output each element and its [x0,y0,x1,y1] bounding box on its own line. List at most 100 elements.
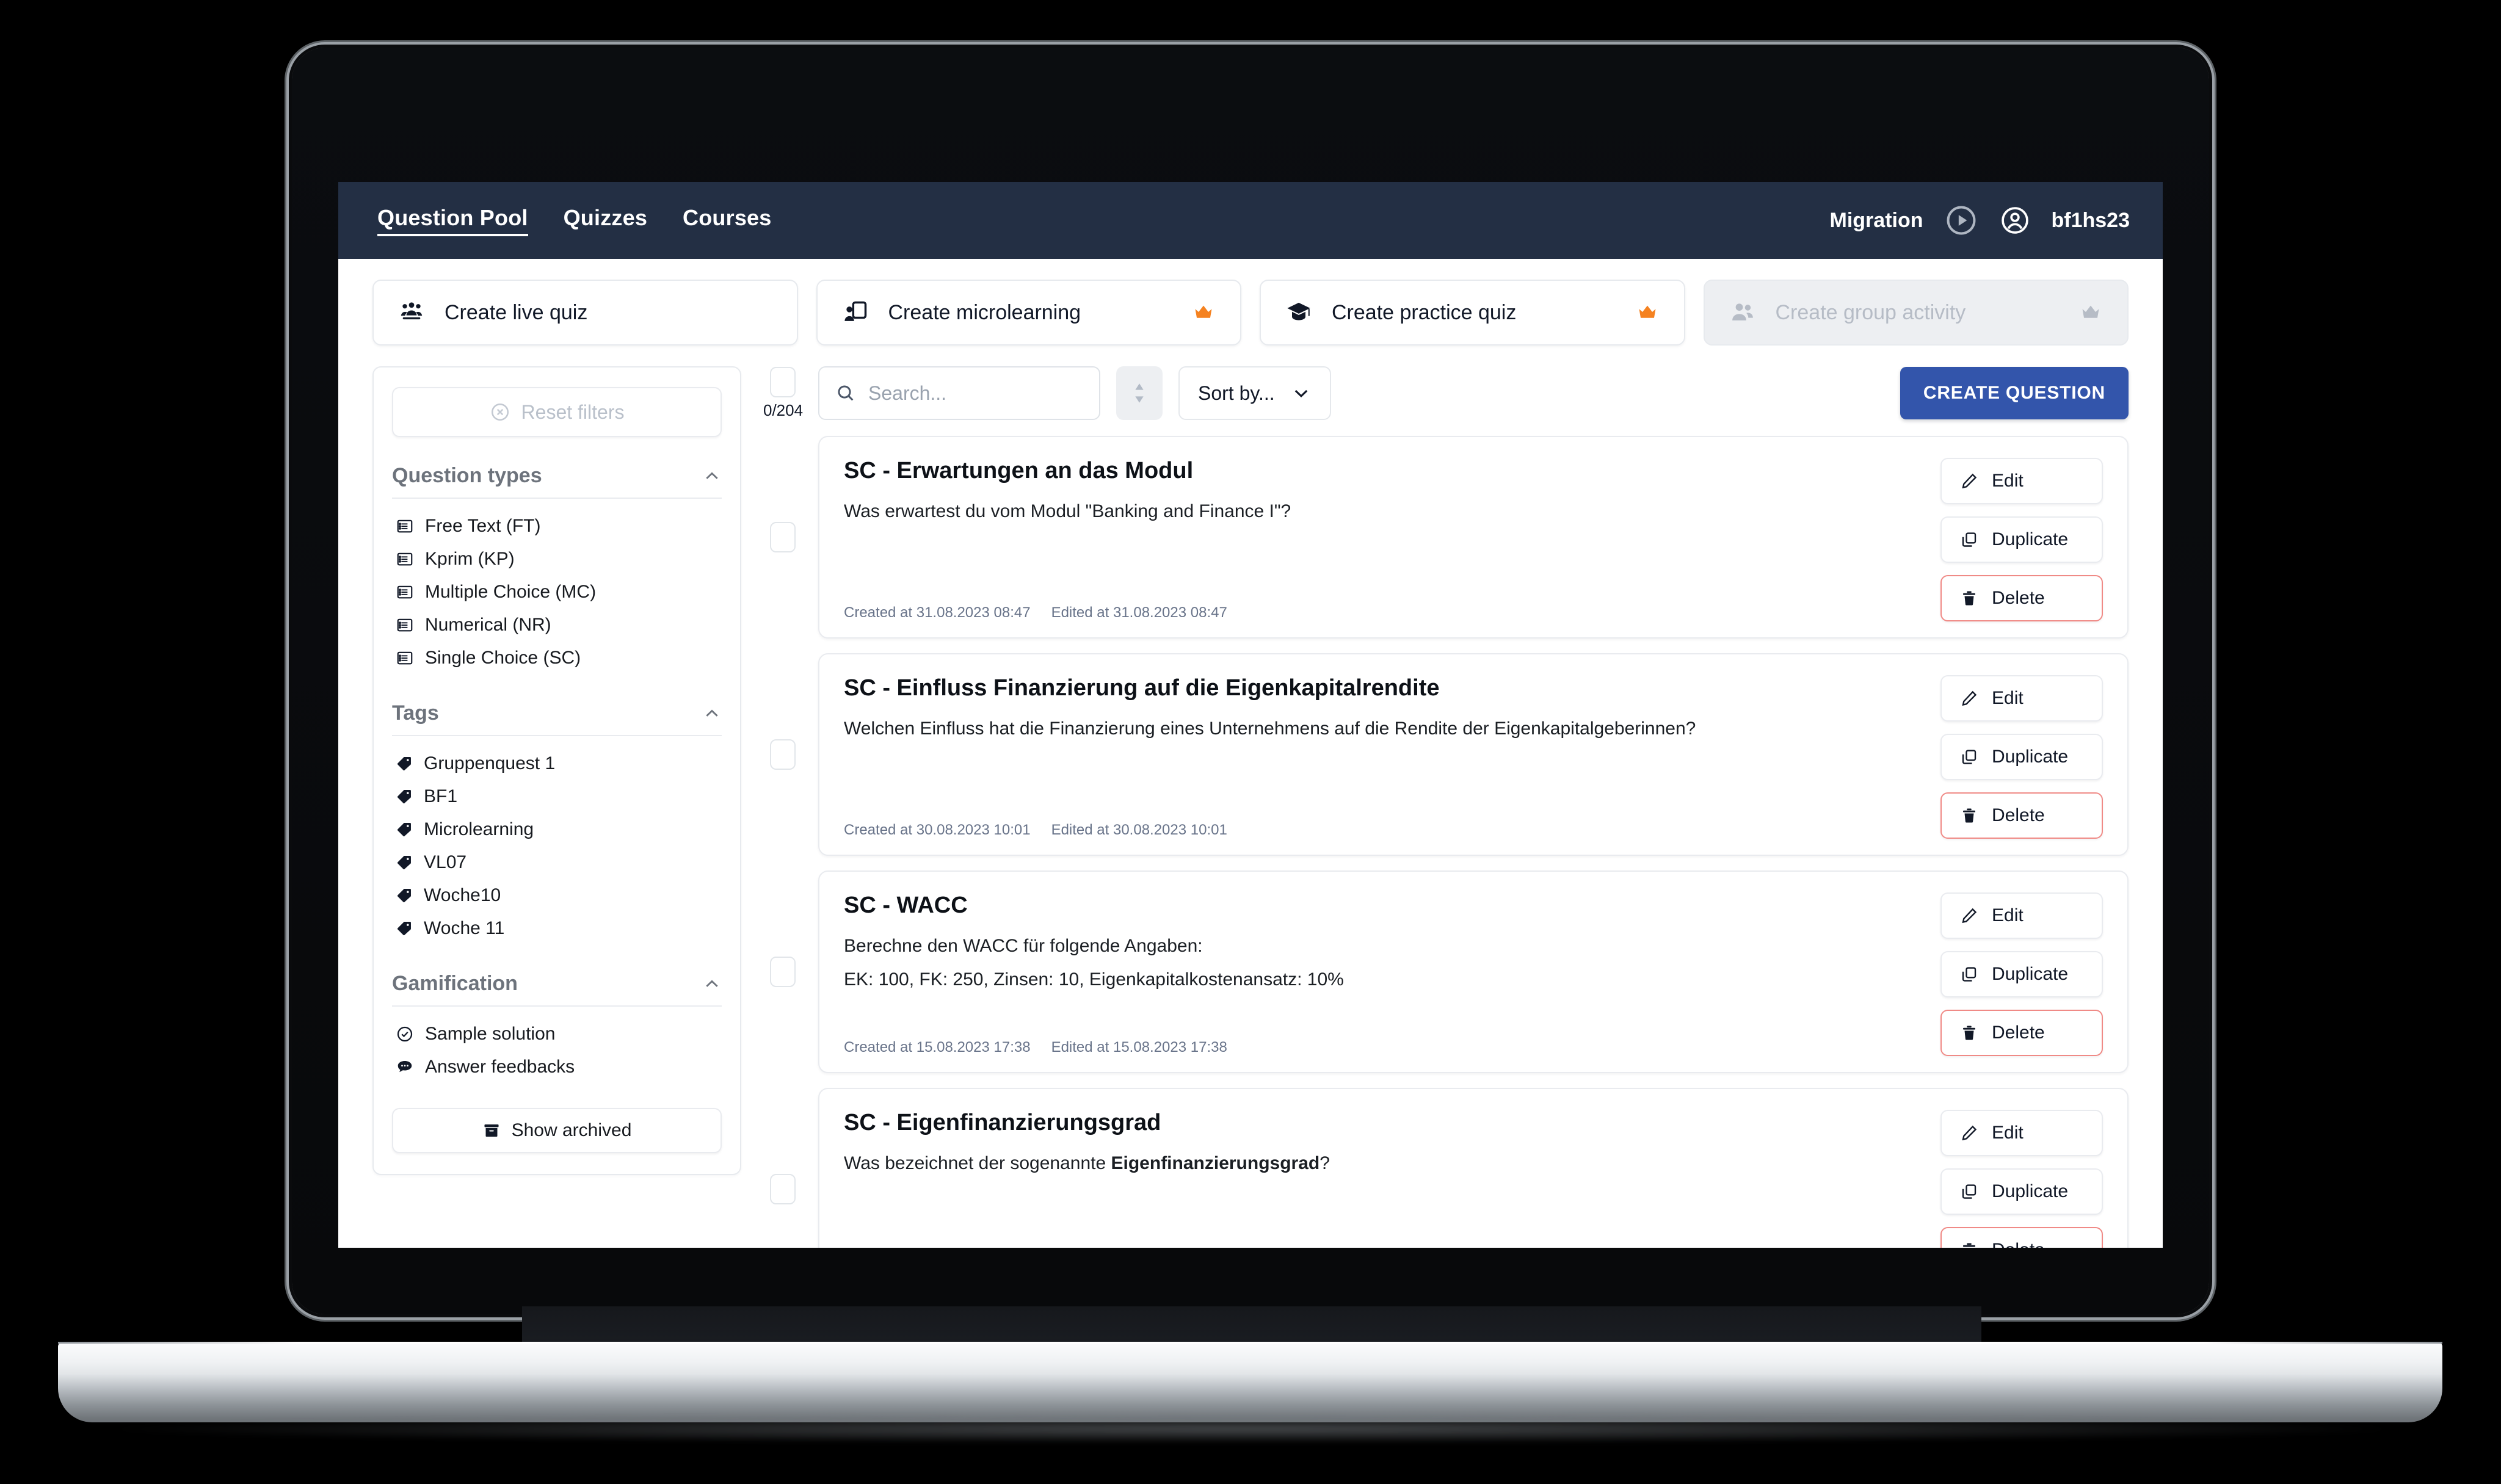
question-edited-at: Edited at 31.08.2023 08:47 [1051,604,1227,621]
question-checkbox[interactable] [770,1174,796,1204]
question-card[interactable]: SC - Eigenfinanzierungsgrad Was bezeichn… [818,1088,2129,1248]
mobile-person-icon [842,299,869,326]
question-text: Welchen Einfluss hat die Finanzierung ei… [844,718,1696,739]
delete-button[interactable]: Delete [1940,1010,2103,1056]
chevron-up-icon[interactable] [702,704,722,723]
filter-item-label: Woche10 [424,885,501,905]
question-title: SC - WACC [844,892,968,918]
nav-link-quizzes[interactable]: Quizzes [564,205,647,236]
filter-group-header[interactable]: Question types [392,464,722,499]
question-created-at: Created at 30.08.2023 10:01 [844,822,1031,838]
reset-filters-button[interactable]: Reset filters [392,387,722,437]
question-actions: Edit Duplicate Delete [1920,458,2103,621]
show-archived-button[interactable]: Show archived [392,1108,722,1153]
filter-item-tag-woche10[interactable]: Woche10 [392,879,722,912]
create-group-activity-label: Create group activity [1775,300,1966,324]
nav-link-question-pool[interactable]: Question Pool [377,205,528,236]
edit-label: Edit [1992,905,2024,925]
filter-item-free-text[interactable]: Free Text (FT) [392,510,722,543]
filter-item-answer-feedbacks[interactable]: Answer feedbacks [392,1051,722,1084]
question-content: SC - WACC Berechne den WACC für folgende… [844,892,1920,1056]
filter-item-kprim[interactable]: Kprim (KP) [392,543,722,576]
filter-item-label: Sample solution [425,1024,556,1044]
question-card[interactable]: SC - Erwartungen an das Modul Was erwart… [818,436,2129,639]
question-meta: Created at 15.08.2023 17:38 Edited at 15… [844,1024,1920,1056]
screenshot-stage: Question Pool Quizzes Courses Migration [0,0,2501,1484]
edit-button[interactable]: Edit [1940,458,2103,504]
chevron-up-icon[interactable] [702,974,722,994]
create-group-activity-button[interactable]: Create group activity [1703,280,2129,346]
duplicate-button[interactable]: Duplicate [1940,1168,2103,1215]
delete-label: Delete [1992,1023,2045,1043]
question-card[interactable]: SC - Einfluss Finanzierung auf die Eigen… [818,653,2129,856]
delete-button[interactable]: Delete [1940,575,2103,621]
duplicate-button[interactable]: Duplicate [1940,734,2103,780]
question-meta: Created at 30.08.2023 10:01 Edited at 30… [844,807,1920,839]
filter-item-label: Answer feedbacks [425,1057,575,1077]
pencil-icon [1960,689,1978,708]
duplicate-label: Duplicate [1992,747,2069,767]
delete-button[interactable]: Delete [1940,1227,2103,1248]
duplicate-button[interactable]: Duplicate [1940,951,2103,997]
create-question-button[interactable]: CREATE QUESTION [1900,367,2129,419]
list-box-icon [396,517,414,535]
duplicate-button[interactable]: Duplicate [1940,516,2103,563]
question-card[interactable]: SC - WACC Berechne den WACC für folgende… [818,870,2129,1073]
username-label[interactable]: bf1hs23 [2052,209,2130,233]
trash-icon [1960,1241,1978,1248]
create-question-label: CREATE QUESTION [1923,383,2105,403]
search-icon [835,383,856,404]
questions-list: SC - Erwartungen an das Modul Was erwart… [763,436,2129,1248]
chevron-up-icon[interactable] [702,466,722,486]
duplicate-label: Duplicate [1992,529,2069,549]
question-checkbox[interactable] [770,957,796,987]
filter-item-tag-bf1[interactable]: BF1 [392,780,722,813]
select-all-checkbox[interactable] [770,366,796,397]
nav-link-courses[interactable]: Courses [683,205,771,236]
question-checkbox[interactable] [770,739,796,770]
filters-panel: Reset filters Question types Free Text (… [372,366,741,1175]
edit-label: Edit [1992,471,2024,491]
filter-item-label: BF1 [424,786,458,806]
filter-group-header[interactable]: Tags [392,701,722,736]
delete-button[interactable]: Delete [1940,792,2103,839]
create-microlearning-button[interactable]: Create microlearning [816,280,1241,346]
filter-item-single-choice[interactable]: Single Choice (SC) [392,642,722,675]
sort-direction-button[interactable] [1116,366,1163,420]
filter-item-sample-solution[interactable]: Sample solution [392,1018,722,1051]
circle-play-icon[interactable] [1944,203,1978,237]
copy-icon [1960,965,1978,983]
question-text: Was bezeichnet der sogenannte Eigenfinan… [844,1149,1920,1177]
question-checkbox-cell [763,1088,802,1248]
edit-button[interactable]: Edit [1940,1110,2103,1156]
laptop-shadow [122,1415,2381,1443]
filter-item-tag-woche-11[interactable]: Woche 11 [392,912,722,945]
filter-group-header[interactable]: Gamification [392,972,722,1007]
migration-label[interactable]: Migration [1830,209,1923,233]
crown-icon [1191,302,1216,324]
delete-label: Delete [1992,805,2045,825]
filter-item-multiple-choice[interactable]: Multiple Choice (MC) [392,576,722,609]
question-text-suffix: ? [1319,1153,1330,1173]
filter-item-tag-vl07[interactable]: VL07 [392,846,722,879]
duplicate-label: Duplicate [1992,964,2069,984]
filter-item-tag-gruppenquest-1[interactable]: Gruppenquest 1 [392,747,722,780]
create-practice-quiz-button[interactable]: Create practice quiz [1260,280,1685,346]
user-circle-icon[interactable] [1999,205,2031,236]
nav-links: Question Pool Quizzes Courses [377,205,772,236]
edit-button[interactable]: Edit [1940,892,2103,939]
question-title: SC - Einfluss Finanzierung auf die Eigen… [844,675,1440,701]
filter-item-tag-microlearning[interactable]: Microlearning [392,813,722,846]
edit-button[interactable]: Edit [1940,675,2103,722]
create-live-quiz-button[interactable]: Create live quiz [372,280,798,346]
sort-by-select[interactable]: Sort by... [1178,366,1331,420]
list-box-icon [396,583,414,601]
trash-icon [1960,589,1978,607]
filter-item-numerical[interactable]: Numerical (NR) [392,609,722,642]
search-input[interactable]: Search... [818,366,1100,420]
laptop-base [58,1342,2442,1422]
search-placeholder: Search... [868,382,947,404]
copy-icon [1960,1182,1978,1201]
question-checkbox[interactable] [770,522,796,552]
question-actions: Edit Duplicate Delete [1920,1110,2103,1248]
